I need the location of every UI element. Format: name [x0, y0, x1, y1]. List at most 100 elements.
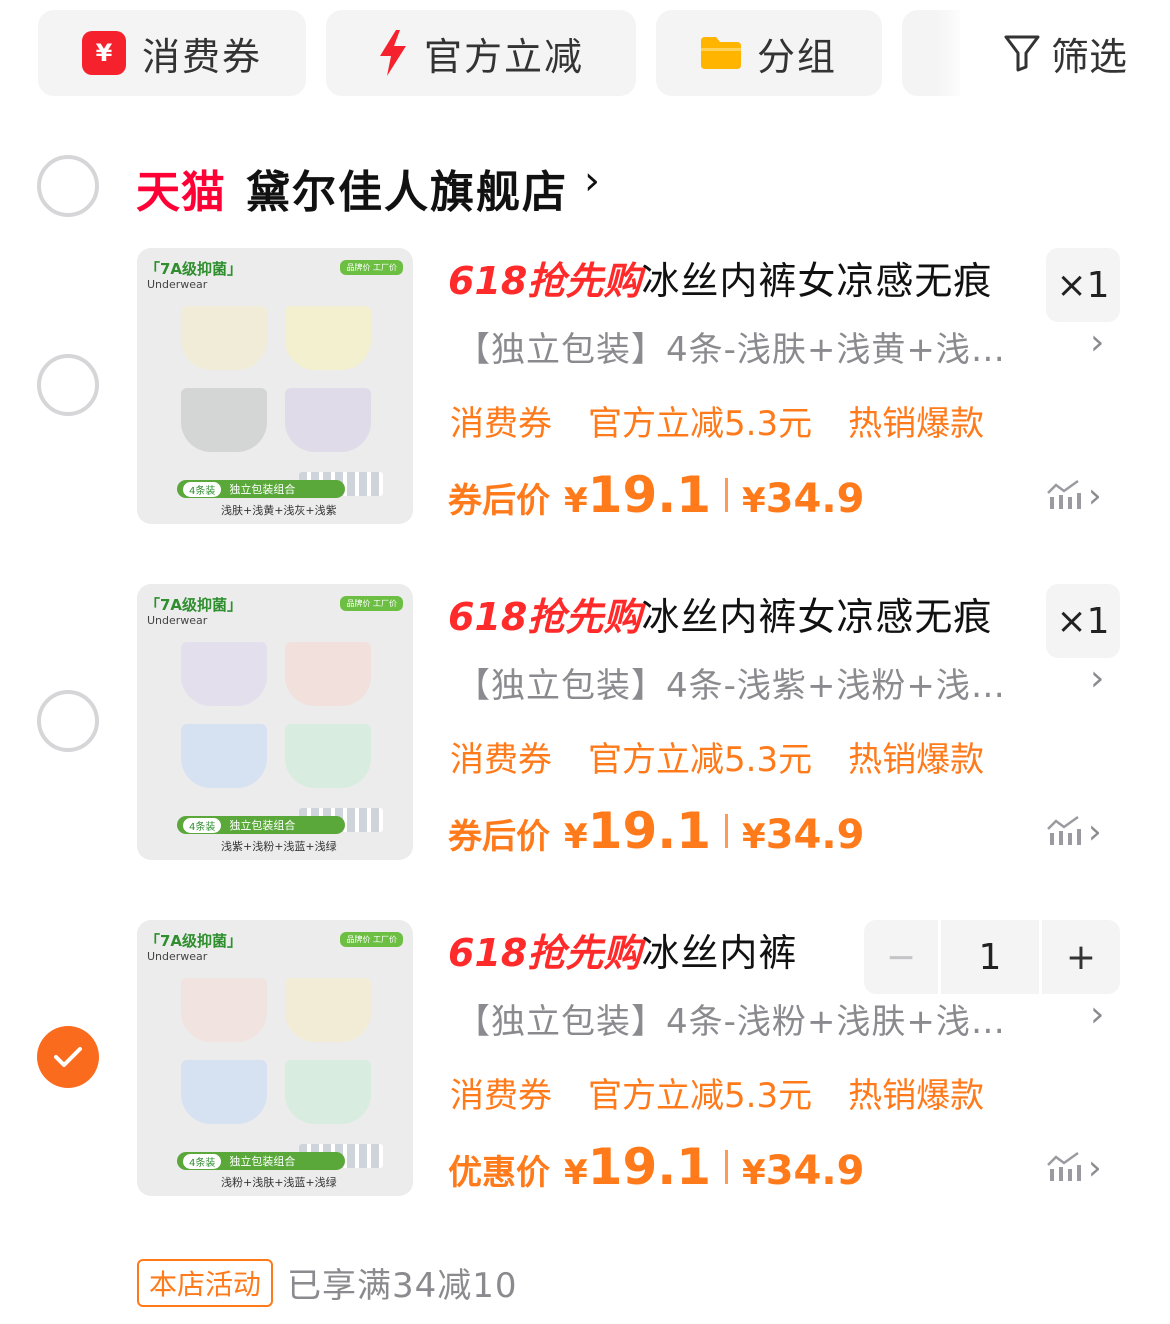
price-line: 券后价 ¥ 19.1 ¥ 34.9	[448, 802, 864, 860]
price-divider	[725, 814, 729, 848]
currency-symbol: ¥	[564, 1153, 588, 1193]
image-colors: 浅肤+浅黄+浅灰+浅紫	[221, 504, 337, 517]
image-subtitle: Underwear	[147, 614, 208, 627]
chevron-right-icon: ›	[1088, 1148, 1102, 1188]
product-swatch	[181, 388, 267, 452]
promo-tags: 消费券 官方立减5.3元 热销爆款	[450, 1068, 1020, 1117]
filter-bar: ¥ 消费券 官方立减 分组 筛选	[0, 0, 1170, 112]
yen-ticket-icon: ¥	[81, 31, 126, 75]
sku-selector[interactable]: 【独立包装】4条-浅粉+浅肤+浅…	[456, 994, 1006, 1043]
image-subtitle: Underwear	[147, 278, 208, 291]
folder-icon	[700, 37, 741, 69]
product-swatch	[285, 388, 371, 452]
promo-618-badge: 618抢先购	[448, 931, 642, 975]
chevron-right-icon: ›	[1088, 476, 1102, 516]
store-chevron-icon[interactable]: ›	[584, 158, 600, 204]
product-swatch	[285, 642, 371, 706]
image-count: 4条装	[183, 1153, 222, 1169]
store-select-radio[interactable]	[37, 155, 99, 217]
item-select-radio[interactable]	[37, 690, 99, 752]
currency-symbol: ¥	[564, 817, 588, 857]
image-band: 4条装 独立包装组合	[177, 816, 345, 834]
currency-symbol: ¥	[742, 481, 766, 521]
price-divider	[725, 1150, 729, 1184]
image-colors: 浅紫+浅粉+浅蓝+浅绿	[221, 840, 337, 853]
promo-618-badge: 618抢先购	[448, 595, 642, 639]
image-count: 4条装	[183, 481, 222, 497]
tag-official-discount: 官方立减5.3元	[588, 1076, 813, 1116]
product-swatch	[181, 642, 267, 706]
promo-tags: 消费券 官方立减5.3元 热销爆款	[450, 396, 1020, 445]
original-price: 34.9	[765, 812, 865, 858]
price-trend-button[interactable]: ›	[1046, 812, 1102, 852]
sku-selector[interactable]: 【独立包装】4条-浅肤+浅黄+浅…	[456, 322, 1006, 371]
tmall-logo: 天猫	[136, 167, 226, 218]
sku-chevron-icon[interactable]: ›	[1090, 322, 1104, 363]
tag-official-discount: 官方立减5.3元	[588, 404, 813, 444]
discounted-price: 19.1	[587, 1138, 712, 1196]
product-swatch	[181, 724, 267, 788]
store-activity[interactable]: 本店活动 已享满34减10	[137, 1258, 518, 1307]
product-thumbnail[interactable]: 「7A级抑菌」 Underwear 品牌价 工厂价 4条装 独立包装组合 浅粉+…	[137, 920, 413, 1196]
store-header: 天猫 黛尔佳人旗舰店 ›	[0, 148, 1170, 224]
sku-selector[interactable]: 【独立包装】4条-浅紫+浅粉+浅…	[456, 658, 1006, 707]
cart-item: 「7A级抑菌」 Underwear 品牌价 工厂价 4条装 独立包装组合 浅肤+…	[0, 248, 1170, 528]
chevron-right-icon: ›	[1088, 812, 1102, 852]
image-band-text: 独立包装组合	[229, 483, 296, 496]
tag-hot: 热销爆款	[848, 1076, 985, 1116]
product-swatch	[181, 1060, 267, 1124]
image-colors: 浅粉+浅肤+浅蓝+浅绿	[221, 1176, 337, 1189]
image-brand-badge: 品牌价 工厂价	[340, 260, 403, 275]
sku-chevron-icon[interactable]: ›	[1090, 658, 1104, 699]
currency-symbol: ¥	[742, 1153, 766, 1193]
item-title-text: 冰丝内裤女凉感无痕	[641, 595, 993, 639]
product-swatch	[285, 724, 371, 788]
tag-official-discount: 官方立减5.3元	[588, 740, 813, 780]
original-price: 34.9	[765, 1148, 865, 1194]
promo-618-badge: 618抢先购	[448, 259, 642, 303]
price-trend-icon	[1046, 1151, 1082, 1185]
original-price: 34.9	[765, 476, 865, 522]
item-title-text: 冰丝内裤	[641, 931, 798, 975]
item-title[interactable]: 618抢先购冰丝内裤	[448, 922, 797, 977]
image-band: 4条装 独立包装组合	[177, 1152, 345, 1170]
tag-hot: 热销爆款	[848, 404, 985, 444]
sku-chevron-icon[interactable]: ›	[1090, 994, 1104, 1035]
product-swatch	[285, 1060, 371, 1124]
chip-coupon[interactable]: ¥ 消费券	[38, 10, 306, 96]
price-label: 券后价	[448, 481, 550, 521]
price-trend-button[interactable]: ›	[1046, 1148, 1102, 1188]
product-swatch	[181, 978, 267, 1042]
price-trend-button[interactable]: ›	[1046, 476, 1102, 516]
chip-official-label: 官方立减	[423, 34, 584, 79]
image-brand-badge: 品牌价 工厂价	[340, 596, 403, 611]
image-count: 4条装	[183, 817, 222, 833]
product-swatch	[285, 306, 371, 370]
store-activity-text: 已享满34减10	[287, 1266, 518, 1306]
item-title[interactable]: 618抢先购冰丝内裤女凉感无痕	[448, 250, 992, 305]
filter-label: 筛选	[1050, 34, 1127, 79]
quantity-value[interactable]: 1	[938, 920, 1042, 994]
quantity-stepper: − 1 +	[864, 920, 1120, 994]
store-activity-badge: 本店活动	[137, 1258, 274, 1307]
price-label: 优惠价	[448, 1153, 550, 1193]
image-band: 4条装 独立包装组合	[177, 480, 345, 498]
chip-official-discount[interactable]: 官方立减	[326, 10, 636, 96]
chip-group[interactable]: 分组	[656, 10, 882, 96]
item-select-radio[interactable]	[37, 354, 99, 416]
product-thumbnail[interactable]: 「7A级抑菌」 Underwear 品牌价 工厂价 4条装 独立包装组合 浅紫+…	[137, 584, 413, 860]
cart-item: 「7A级抑菌」 Underwear 品牌价 工厂价 4条装 独立包装组合 浅紫+…	[0, 584, 1170, 864]
decrease-button[interactable]: −	[864, 920, 938, 994]
tag-coupon: 消费券	[450, 1076, 552, 1116]
image-subtitle: Underwear	[147, 950, 208, 963]
store-name[interactable]: 黛尔佳人旗舰店	[246, 156, 568, 220]
item-select-radio-checked[interactable]	[37, 1026, 99, 1088]
quantity-badge[interactable]: ×1	[1046, 584, 1120, 658]
checkmark-icon	[54, 1047, 82, 1067]
quantity-badge[interactable]: ×1	[1046, 248, 1120, 322]
increase-button[interactable]: +	[1042, 920, 1120, 994]
filter-button[interactable]: 筛选	[960, 10, 1170, 96]
product-thumbnail[interactable]: 「7A级抑菌」 Underwear 品牌价 工厂价 4条装 独立包装组合 浅肤+…	[137, 248, 413, 524]
image-brand-badge: 品牌价 工厂价	[340, 932, 403, 947]
item-title[interactable]: 618抢先购冰丝内裤女凉感无痕	[448, 586, 992, 641]
